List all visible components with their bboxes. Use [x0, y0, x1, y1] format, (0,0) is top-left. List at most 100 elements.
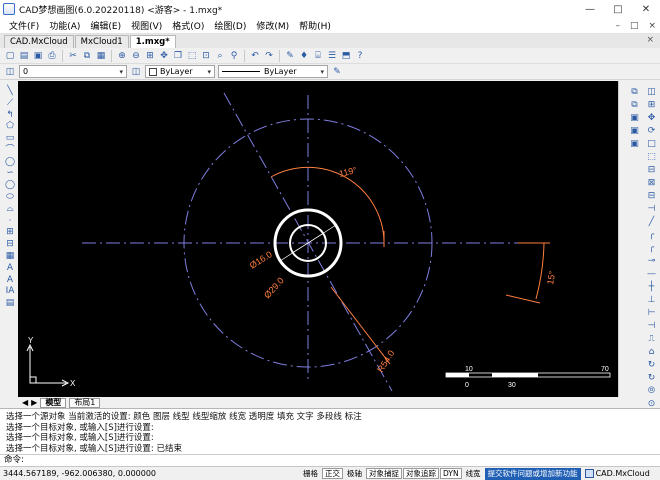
pan-icon[interactable]: ✥ — [158, 50, 170, 62]
fillet-icon[interactable]: ╭ — [645, 229, 658, 241]
layer-manager-icon[interactable]: ◫ — [4, 66, 16, 78]
menu-modify[interactable]: 修改(M) — [251, 19, 294, 32]
zoom-realtime-icon[interactable]: ⌕ — [214, 50, 226, 62]
dim-ordinate-icon[interactable]: ⌂ — [645, 346, 658, 358]
dim-baseline-icon[interactable]: ⊣ — [645, 320, 658, 332]
save-icon[interactable]: ▣ — [32, 50, 44, 62]
menu-view[interactable]: 视图(V) — [126, 19, 167, 32]
move-icon[interactable]: ✥ — [645, 112, 658, 124]
text-icon[interactable]: A — [4, 263, 17, 274]
mtext-icon[interactable]: A — [4, 275, 17, 286]
array-icon[interactable]: ⊠ — [645, 177, 658, 189]
layer-select[interactable]: 0 ▾ — [19, 65, 127, 78]
command-input[interactable]: 命令: — [0, 454, 660, 466]
calculator-icon[interactable]: ⬒ — [340, 50, 352, 62]
mirror-icon[interactable]: ⊟ — [645, 164, 658, 176]
menu-edit[interactable]: 编辑(E) — [85, 19, 126, 32]
feedback-link[interactable]: 提交软件问题或增加新功能 — [484, 467, 581, 480]
match-properties-icon[interactable]: ✎ — [331, 66, 343, 78]
undo-icon[interactable]: ↶ — [249, 50, 261, 62]
measure-icon[interactable]: ⚲ — [228, 50, 240, 62]
zoom-previous-icon[interactable]: ⬚ — [186, 50, 198, 62]
join-icon[interactable]: — — [645, 268, 658, 280]
grid-toggle[interactable]: 栅格 — [300, 468, 321, 479]
offset-icon[interactable]: ⬚ — [645, 151, 658, 163]
dim-aligned-icon[interactable]: ⊢ — [645, 307, 658, 319]
osnap-toggle[interactable]: 对象捕捉 — [366, 468, 402, 479]
clipboard-icon[interactable]: ⧉ — [628, 99, 641, 111]
zoom-extents-icon[interactable]: ❐ — [172, 50, 184, 62]
tab-1-mxg[interactable]: 1.mxg* — [129, 35, 176, 48]
list-icon[interactable]: ☰ — [326, 50, 338, 62]
dyn-toggle[interactable]: DYN — [440, 468, 462, 479]
paste-icon[interactable]: ▦ — [95, 50, 107, 62]
hatch-icon[interactable]: ▦ — [4, 251, 17, 262]
menu-draw[interactable]: 绘图(D) — [209, 19, 251, 32]
attribute-icon[interactable]: IA — [4, 286, 17, 298]
design-center-icon[interactable]: ⌸ — [312, 50, 324, 62]
insert-block-icon[interactable]: ⊞ — [4, 227, 17, 239]
menu-help[interactable]: 帮助(H) — [294, 19, 336, 32]
otrack-toggle[interactable]: 对象追踪 — [403, 468, 439, 479]
xline-icon[interactable]: ⟋ — [4, 98, 17, 109]
tab-nav-prev[interactable]: ◀ — [22, 398, 28, 407]
dim-diameter-icon[interactable]: ↻ — [645, 372, 658, 384]
point-icon[interactable]: · — [4, 216, 17, 227]
close-tab-icon[interactable]: × — [646, 35, 654, 45]
help-icon[interactable]: ? — [354, 50, 366, 62]
line-icon[interactable]: ╲ — [4, 86, 17, 97]
tab-model[interactable]: 模型 — [40, 397, 67, 408]
chamfer-icon[interactable]: ╭ — [645, 242, 658, 254]
properties-icon[interactable]: ♦ — [298, 50, 310, 62]
block-icon[interactable]: ⊟ — [4, 239, 17, 250]
break-icon[interactable]: ⊸ — [645, 255, 658, 267]
redo-icon[interactable]: ↷ — [263, 50, 275, 62]
explode-icon[interactable]: ┼ — [645, 281, 658, 293]
cut-icon[interactable]: ✂ — [67, 50, 79, 62]
color-select[interactable]: ByLayer ▾ — [145, 65, 215, 78]
copy-icon[interactable]: ⊞ — [645, 99, 658, 111]
ellipse-arc-icon[interactable]: ⬭ — [4, 192, 17, 203]
new-icon[interactable]: ▢ — [4, 50, 16, 62]
copy-icon[interactable]: ⧉ — [81, 50, 93, 62]
rectangle-icon[interactable]: ▭ — [4, 133, 17, 144]
ortho-toggle[interactable]: 正交 — [322, 468, 343, 479]
match-prop-icon[interactable]: ✎ — [284, 50, 296, 62]
linetype-select[interactable]: ByLayer ▾ — [218, 65, 328, 78]
tab-cad-mxcloud[interactable]: CAD.MxCloud — [4, 35, 74, 48]
zoom-all-icon[interactable]: ⊡ — [200, 50, 212, 62]
lineweight-toggle[interactable]: 线宽 — [463, 468, 484, 479]
menu-format[interactable]: 格式(O) — [167, 19, 209, 32]
close-button[interactable]: ✕ — [632, 0, 660, 18]
menu-function[interactable]: 功能(A) — [44, 19, 85, 32]
arc-icon[interactable]: ⌒ — [4, 145, 17, 156]
minimize-button[interactable]: — — [576, 0, 604, 18]
table-icon[interactable]: ▤ — [4, 298, 17, 309]
tab-nav-next[interactable]: ▶ — [31, 398, 37, 407]
zoom-window-icon[interactable]: ⊞ — [144, 50, 156, 62]
drawing-canvas[interactable]: 119° 15° Ø16.0 Ø29.0 R54.0 Y X 0 10 30 7… — [18, 81, 624, 397]
doc-minimize-button[interactable]: – — [615, 21, 620, 31]
doc-close-button[interactable]: × — [648, 21, 656, 31]
spline-icon[interactable]: ⌓ — [4, 204, 17, 215]
doc-restore-button[interactable]: □ — [630, 21, 639, 31]
circle-icon[interactable]: ◯ — [4, 157, 17, 168]
polygon-icon[interactable]: ⬠ — [4, 121, 17, 132]
dim-linear-icon[interactable]: ⊥ — [645, 294, 658, 306]
layer-previous-icon[interactable]: ◫ — [130, 66, 142, 78]
canvas-scrollbar[interactable] — [618, 81, 626, 397]
tab-layout1[interactable]: 布局1 — [69, 397, 101, 408]
dim-continue-icon[interactable]: ⎍ — [645, 333, 658, 345]
draworder-icon[interactable]: ▣ — [628, 138, 641, 150]
trim-icon[interactable]: ⊣ — [645, 203, 658, 215]
print-icon[interactable]: ⎙ — [46, 50, 58, 62]
open-icon[interactable]: ▤ — [18, 50, 30, 62]
copy-objects-icon[interactable]: ⧉ — [628, 86, 641, 98]
maximize-button[interactable]: □ — [604, 0, 632, 18]
ungroup-icon[interactable]: ▣ — [628, 125, 641, 137]
tab-mxcloud1[interactable]: MxCloud1 — [74, 35, 129, 48]
rotate-icon[interactable]: ⟳ — [645, 125, 658, 137]
zoom-out-icon[interactable]: ⊖ — [130, 50, 142, 62]
revcloud-icon[interactable]: ∽ — [4, 168, 17, 180]
stretch-icon[interactable]: ⊟ — [645, 190, 658, 202]
